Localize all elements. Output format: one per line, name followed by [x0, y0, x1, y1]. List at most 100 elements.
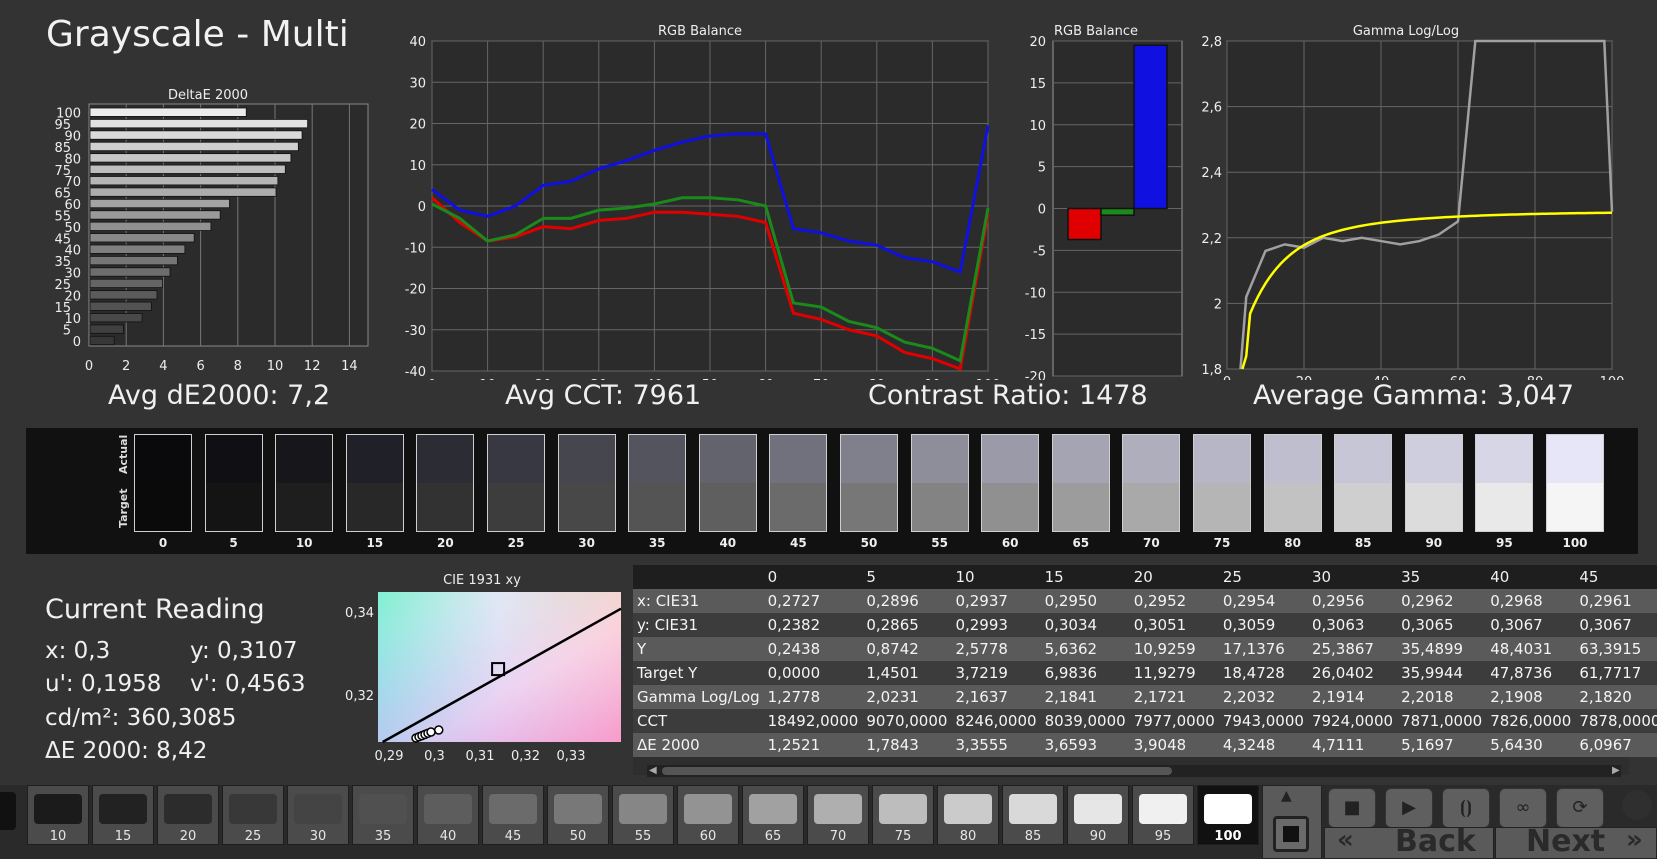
target-swatch-half [417, 483, 474, 531]
deltae-x-tick: 14 [341, 359, 358, 374]
target-swatch-half [911, 483, 968, 531]
table-scroll-thumb[interactable] [662, 767, 1172, 775]
back-button[interactable]: « Back [1324, 824, 1494, 859]
patch-color [489, 794, 537, 824]
actual-swatch-half [205, 435, 262, 483]
table-cell: 1,4501 [862, 661, 952, 685]
deltae-bar [89, 187, 277, 197]
back-chevron-icon: « [1337, 825, 1354, 855]
target-swatch-half [276, 483, 333, 531]
patch-button[interactable]: 50 [547, 785, 609, 845]
actual-swatch-half [982, 435, 1039, 483]
swatch-label: 5 [229, 536, 238, 550]
reading-u: u': 0,1958 [45, 671, 162, 697]
patch-label: 90 [1089, 829, 1107, 844]
target-swatch-half [629, 483, 686, 531]
cie-title: CIE 1931 xy [443, 573, 521, 588]
patch-button[interactable]: 100 [1197, 785, 1259, 845]
patch-label: 60 [699, 829, 717, 844]
swatch-label: 35 [648, 536, 666, 550]
table-cell: 0,2961 [1575, 589, 1657, 613]
rgb-bar-y-tick: -20 [1025, 370, 1046, 380]
blue-balance-bar [1133, 44, 1168, 210]
table-cell: 0,2954 [1218, 589, 1308, 613]
table-column-header: 45 [1575, 565, 1657, 589]
patch-button[interactable]: 55 [612, 785, 674, 845]
patch-label: 70 [829, 829, 847, 844]
patch-button[interactable]: 90 [1067, 785, 1129, 845]
grayscale-swatch [1263, 434, 1322, 532]
actual-swatch-half [1194, 435, 1250, 483]
scroll-left-icon[interactable]: ◀ [649, 765, 657, 776]
scroll-right-icon[interactable]: ▶ [1612, 765, 1620, 776]
grayscale-swatch [769, 434, 828, 532]
patch-button[interactable]: 75 [872, 785, 934, 845]
gamma-x-tick: 0 [1223, 375, 1231, 380]
patch-partial[interactable] [0, 792, 16, 830]
deltae-bar [89, 153, 292, 163]
swatch-label: 45 [790, 536, 807, 550]
patch-button[interactable]: 95 [1132, 785, 1194, 845]
deltae-y-tick: 5 [63, 324, 71, 339]
gamma-y-tick: 2,6 [1201, 101, 1222, 116]
grayscale-swatch [910, 434, 969, 532]
cie-chart: CIE 1931 xy 0,29 0,3 0,31 0,32 0,33 0,34 0,32 [345, 573, 622, 764]
gamma-y-tick: 2 [1214, 297, 1222, 312]
actual-swatch-half [346, 435, 403, 483]
actual-swatch-half [629, 435, 686, 483]
stop-measure-button[interactable] [1273, 816, 1309, 852]
rgb-line-y-tick: 20 [409, 118, 426, 133]
patch-label: 95 [1154, 829, 1172, 844]
next-button[interactable]: Next » [1495, 824, 1657, 859]
table-row-label: Gamma Log/Log [633, 685, 764, 709]
patch-button[interactable]: 25 [222, 785, 284, 845]
deltae-bar [89, 278, 163, 289]
play-button[interactable]: ▶ [1385, 788, 1433, 828]
grayscale-swatch [134, 434, 192, 532]
patch-button[interactable]: 60 [677, 785, 739, 845]
table-cell: 17,1376 [1218, 637, 1308, 661]
table-cell: 18492,0000 [763, 709, 863, 733]
patch-button[interactable]: 65 [742, 785, 804, 845]
rgb-line-x-tick: 70 [813, 378, 830, 380]
reading-y: y: 0,3107 [190, 638, 298, 664]
patch-button[interactable]: 20 [157, 785, 219, 845]
grayscale-swatch [1475, 434, 1534, 532]
reading-v: v': 0,4563 [190, 671, 306, 697]
grayscale-swatch [1051, 434, 1110, 532]
patch-button[interactable]: 10 [27, 785, 89, 845]
patch-button[interactable]: 45 [482, 785, 544, 845]
swatch-label: 30 [578, 536, 595, 550]
rgb-bar-y-tick: -5 [1033, 244, 1046, 259]
play-icon: ▶ [1402, 797, 1416, 818]
stop-button[interactable]: ■ [1328, 788, 1376, 828]
table-cell: 11,9279 [1129, 661, 1219, 685]
patch-button[interactable]: 30 [287, 785, 349, 845]
table-cell: 4,3248 [1218, 733, 1308, 757]
patch-button[interactable]: 80 [937, 785, 999, 845]
back-label: Back [1395, 824, 1476, 859]
patch-button[interactable]: 85 [1002, 785, 1064, 845]
rgb-bar-y-tick: 5 [1038, 161, 1046, 176]
cie-y-tick: 0,34 [345, 606, 374, 621]
table-cell: 2,1637 [951, 685, 1041, 709]
table-cell: 0,2950 [1040, 589, 1130, 613]
single-step-button[interactable]: ⦗⦘ [1442, 788, 1490, 828]
refresh-button[interactable]: ⟳ [1556, 788, 1604, 828]
table-cell: 35,4899 [1397, 637, 1487, 661]
table-column-header: 5 [862, 565, 952, 589]
table-row: Target Y 0,0000 1,4501 3,7219 6,9836 11,9279 1… [633, 661, 1657, 685]
target-label: Target [117, 488, 130, 528]
patch-button[interactable]: 40 [417, 785, 479, 845]
patch-color [619, 794, 667, 824]
deltae-bar [89, 210, 221, 220]
step-up-icon[interactable]: ▲ [1281, 788, 1292, 804]
patch-button[interactable]: 70 [807, 785, 869, 845]
deltae-title: DeltaE 2000 [168, 88, 248, 103]
patch-button[interactable]: 15 [92, 785, 154, 845]
loop-button[interactable]: ∞ [1499, 788, 1547, 828]
swatch-label: 65 [1072, 536, 1090, 550]
table-cell: 5,1697 [1397, 733, 1487, 757]
table-cell: 10,9259 [1129, 637, 1219, 661]
patch-button[interactable]: 35 [352, 785, 414, 845]
